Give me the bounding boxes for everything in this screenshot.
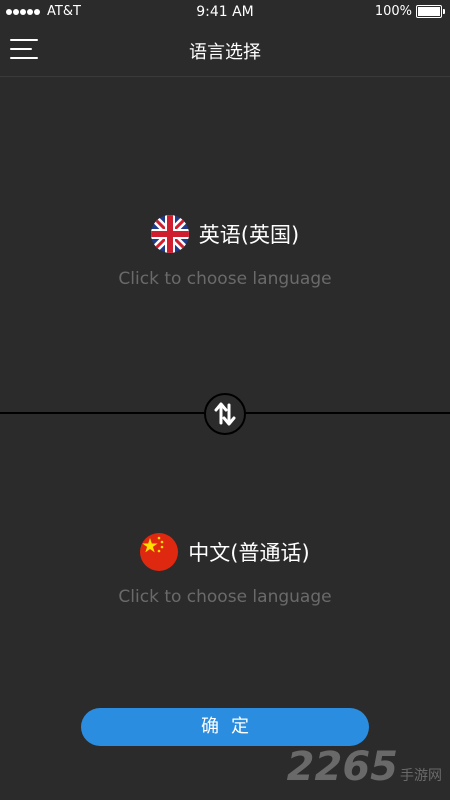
china-flag-icon: [140, 533, 179, 571]
battery-icon: [416, 5, 445, 18]
target-language-name: 中文(普通话): [188, 541, 310, 565]
swap-languages-button[interactable]: [204, 393, 246, 435]
target-language-section: 中文(普通话) Click to choose language: [0, 533, 450, 607]
watermark-main: 2265: [286, 744, 398, 790]
watermark-logo: 2265 手游网: [287, 744, 442, 790]
battery-percent: 100%: [374, 4, 412, 19]
watermark-sub: 手游网: [400, 768, 442, 784]
battery-tip: [443, 9, 445, 14]
nav-bar: 语言选择: [0, 24, 450, 77]
page-title: 语言选择: [189, 42, 261, 63]
target-language-hint[interactable]: Click to choose language: [0, 587, 450, 607]
uk-flag-icon: [150, 215, 189, 253]
target-language-selector[interactable]: 中文(普通话): [140, 533, 310, 571]
swap-vertical-icon: [214, 402, 236, 426]
source-language-name: 英语(英国): [198, 223, 300, 247]
status-bar: AT&T 9:41 AM 100%: [0, 0, 450, 24]
battery-level: [418, 7, 440, 16]
source-language-selector[interactable]: 英语(英国): [150, 215, 300, 253]
source-language-section: 英语(英国) Click to choose language: [0, 215, 450, 289]
source-language-hint[interactable]: Click to choose language: [0, 269, 450, 289]
battery-area: 100%: [374, 4, 445, 19]
confirm-button[interactable]: 确定: [81, 708, 369, 746]
